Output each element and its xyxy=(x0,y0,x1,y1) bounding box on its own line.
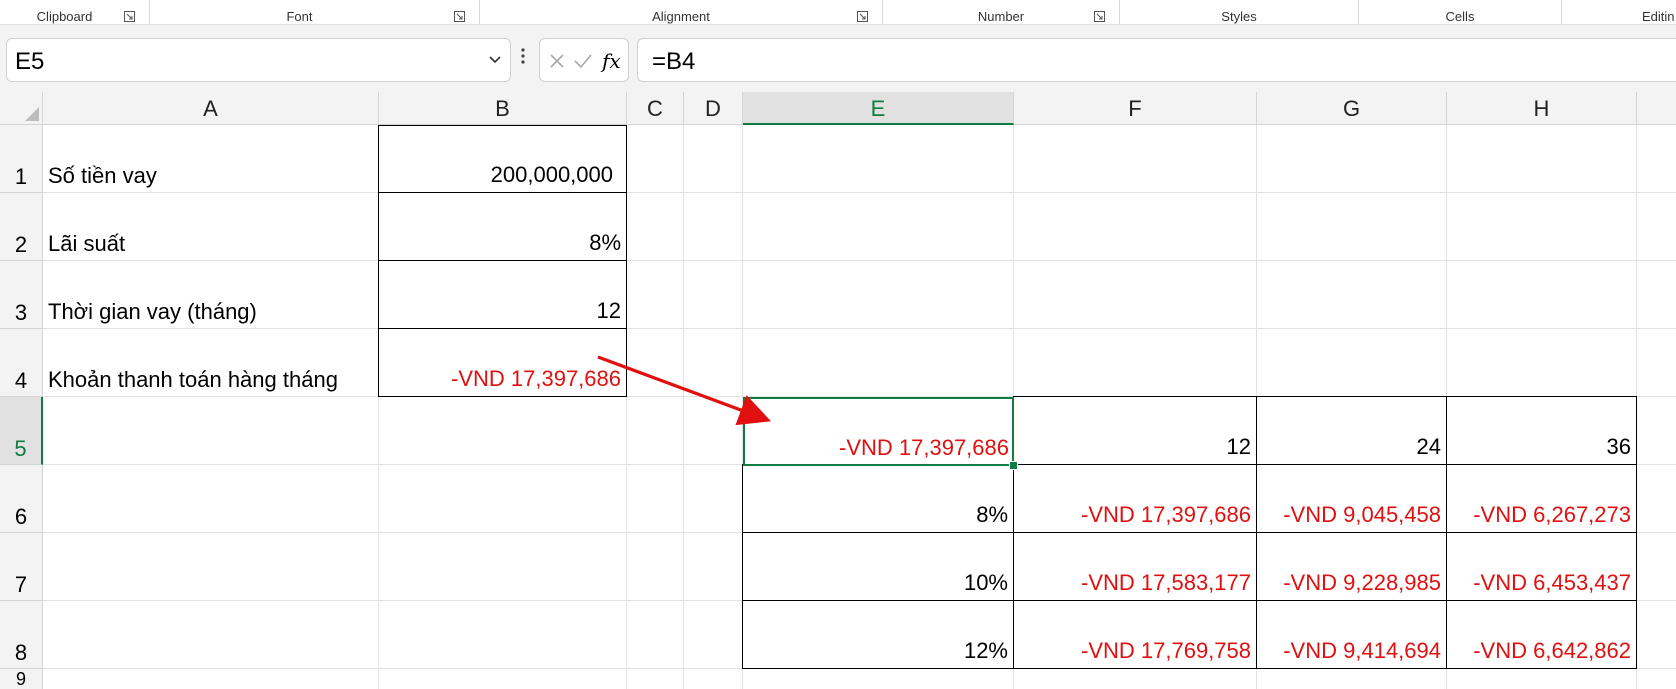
ribbon-group-label: Editin xyxy=(1642,9,1675,24)
ribbon-group-editing: Editin xyxy=(1562,0,1676,24)
chevron-down-icon[interactable] xyxy=(488,55,502,65)
cell-a4[interactable]: Khoản thanh toán hàng tháng xyxy=(43,329,379,397)
ribbon-group-label: Cells xyxy=(1445,9,1475,24)
column-header-c[interactable]: C xyxy=(627,92,684,125)
cell-a3[interactable]: Thời gian vay (tháng) xyxy=(43,261,379,329)
cell-b3[interactable]: 12 xyxy=(378,260,627,329)
row-header-6[interactable]: 6 xyxy=(0,465,43,533)
ribbon-group-styles: Styles xyxy=(1120,0,1359,24)
row-number: 2 xyxy=(14,232,28,257)
cell-h5[interactable]: 36 xyxy=(1446,396,1637,465)
ribbon-bottom: Clipboard Font Alignment Number Styles C… xyxy=(0,0,1676,25)
cell-g5[interactable]: 24 xyxy=(1256,396,1447,465)
row-header-2[interactable]: 2 xyxy=(0,193,43,261)
cell-f7[interactable]: -VND 17,583,177 xyxy=(1013,532,1257,601)
cell-e7[interactable]: 10% xyxy=(742,532,1014,601)
row-number: 9 xyxy=(15,669,26,689)
cell-f5[interactable]: 12 xyxy=(1013,396,1257,465)
gridline xyxy=(683,125,684,689)
cell-b2[interactable]: 8% xyxy=(378,192,627,261)
select-all-button[interactable] xyxy=(0,92,43,125)
active-cell-outline xyxy=(743,397,1014,466)
column-header-h[interactable]: H xyxy=(1447,92,1637,125)
ribbon-group-label: Alignment xyxy=(652,9,710,24)
row-header-4[interactable]: 4 xyxy=(0,329,43,397)
fill-handle[interactable] xyxy=(1009,461,1018,470)
column-header-next[interactable] xyxy=(1637,92,1676,125)
cell-e6[interactable]: 8% xyxy=(742,464,1014,533)
dialog-launcher-icon[interactable] xyxy=(857,11,868,22)
ribbon-group-strip: Clipboard Font Alignment Number Styles C… xyxy=(0,0,1676,29)
row-header-8[interactable]: 8 xyxy=(0,601,43,669)
column-header-e[interactable]: E xyxy=(743,92,1014,125)
cell-g7[interactable]: -VND 9,228,985 xyxy=(1256,532,1447,601)
worksheet-grid[interactable]: A B C D E F G H 1 2 3 4 5 6 7 8 9 Số tiề… xyxy=(0,92,1676,689)
cell-h6[interactable]: -VND 6,267,273 xyxy=(1446,464,1637,533)
select-all-triangle-icon xyxy=(25,107,39,121)
dialog-launcher-icon[interactable] xyxy=(1094,11,1105,22)
row-number: 7 xyxy=(14,572,28,597)
ribbon-group-font: Font xyxy=(150,0,480,24)
name-box-value: E5 xyxy=(15,48,45,75)
ribbon-group-alignment: Alignment xyxy=(480,0,883,24)
formula-input[interactable]: =B4 xyxy=(637,38,1676,82)
ribbon-group-cells: Cells xyxy=(1359,0,1562,24)
enter-check-icon[interactable] xyxy=(573,52,593,70)
row-header-1[interactable]: 1 xyxy=(0,125,43,193)
column-header-f[interactable]: F xyxy=(1014,92,1257,125)
cell-h8[interactable]: -VND 6,642,862 xyxy=(1446,600,1637,669)
formula-controls: fx xyxy=(539,38,629,82)
dialog-launcher-icon[interactable] xyxy=(454,11,465,22)
row-number: 8 xyxy=(14,640,28,665)
cell-e8[interactable]: 12% xyxy=(742,600,1014,669)
column-header-d[interactable]: D xyxy=(684,92,743,125)
ribbon-group-label: Clipboard xyxy=(36,9,93,24)
insert-function-button[interactable]: fx xyxy=(602,49,621,73)
cell-f6[interactable]: -VND 17,397,686 xyxy=(1013,464,1257,533)
cell-g8[interactable]: -VND 9,414,694 xyxy=(1256,600,1447,669)
row-header-5[interactable]: 5 xyxy=(0,397,43,465)
more-options-icon[interactable] xyxy=(520,47,526,65)
formula-bar: E5 fx =B4 xyxy=(0,29,1676,92)
row-number: 4 xyxy=(14,368,28,393)
cell-h7[interactable]: -VND 6,453,437 xyxy=(1446,532,1637,601)
formula-value: =B4 xyxy=(652,48,696,75)
name-box[interactable]: E5 xyxy=(6,38,511,82)
ribbon-group-number: Number xyxy=(883,0,1120,24)
column-header-a[interactable]: A xyxy=(43,92,379,125)
cell-f8[interactable]: -VND 17,769,758 xyxy=(1013,600,1257,669)
ribbon-group-label: Styles xyxy=(1221,9,1257,24)
column-header-g[interactable]: G xyxy=(1257,92,1447,125)
ribbon-group-label: Number xyxy=(977,9,1025,24)
cell-a2[interactable]: Lãi suất xyxy=(43,193,379,261)
cell-b1[interactable]: 200,000,000 xyxy=(378,125,627,193)
row-header-3[interactable]: 3 xyxy=(0,261,43,329)
row-number: 3 xyxy=(14,300,28,325)
cell-a1[interactable]: Số tiền vay xyxy=(43,125,379,193)
cell-g6[interactable]: -VND 9,045,458 xyxy=(1256,464,1447,533)
column-header-b[interactable]: B xyxy=(379,92,627,125)
row-header-7[interactable]: 7 xyxy=(0,533,43,601)
row-number: 6 xyxy=(14,504,28,529)
row-number: 1 xyxy=(14,164,28,189)
cancel-icon[interactable] xyxy=(548,52,566,70)
ribbon-group-clipboard: Clipboard xyxy=(0,0,150,24)
dialog-launcher-icon[interactable] xyxy=(124,11,135,22)
cell-b4[interactable]: -VND 17,397,686 xyxy=(378,328,627,397)
row-header-9[interactable]: 9 xyxy=(0,669,43,689)
row-number: 5 xyxy=(14,436,27,461)
ribbon-group-label: Font xyxy=(286,9,313,24)
